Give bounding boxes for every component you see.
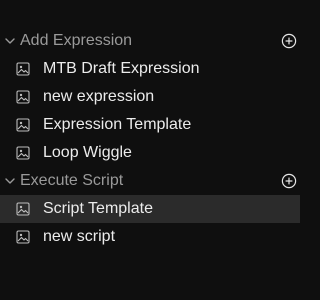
list-item[interactable]: new expression: [0, 83, 300, 111]
list-item-label: new script: [43, 228, 116, 245]
list-item-label: Expression Template: [43, 116, 192, 133]
section-header-add-expression[interactable]: Add Expression: [0, 27, 300, 55]
section-header-execute-script[interactable]: Execute Script: [0, 167, 300, 195]
section-title: Execute Script: [20, 172, 124, 189]
list-item[interactable]: MTB Draft Expression: [0, 55, 300, 83]
list-item-label: Loop Wiggle: [43, 144, 132, 161]
chevron-down-icon[interactable]: [0, 175, 20, 187]
image-icon: [16, 118, 30, 132]
image-icon: [16, 202, 30, 216]
image-icon: [16, 146, 30, 160]
add-expression-button[interactable]: [281, 33, 297, 49]
expression-script-panel: Add Expression MTB Draft Expression new …: [0, 27, 300, 251]
image-icon: [16, 230, 30, 244]
chevron-down-icon[interactable]: [0, 35, 20, 47]
list-item-label: new expression: [43, 88, 155, 105]
image-icon: [16, 90, 30, 104]
section-title: Add Expression: [20, 32, 133, 49]
list-item[interactable]: Expression Template: [0, 111, 300, 139]
list-item-label: MTB Draft Expression: [43, 60, 200, 77]
list-item-label: Script Template: [43, 200, 153, 217]
add-script-button[interactable]: [281, 173, 297, 189]
list-item[interactable]: new script: [0, 223, 300, 251]
list-item[interactable]: Loop Wiggle: [0, 139, 300, 167]
image-icon: [16, 62, 30, 76]
list-item-selected[interactable]: Script Template: [0, 195, 300, 223]
